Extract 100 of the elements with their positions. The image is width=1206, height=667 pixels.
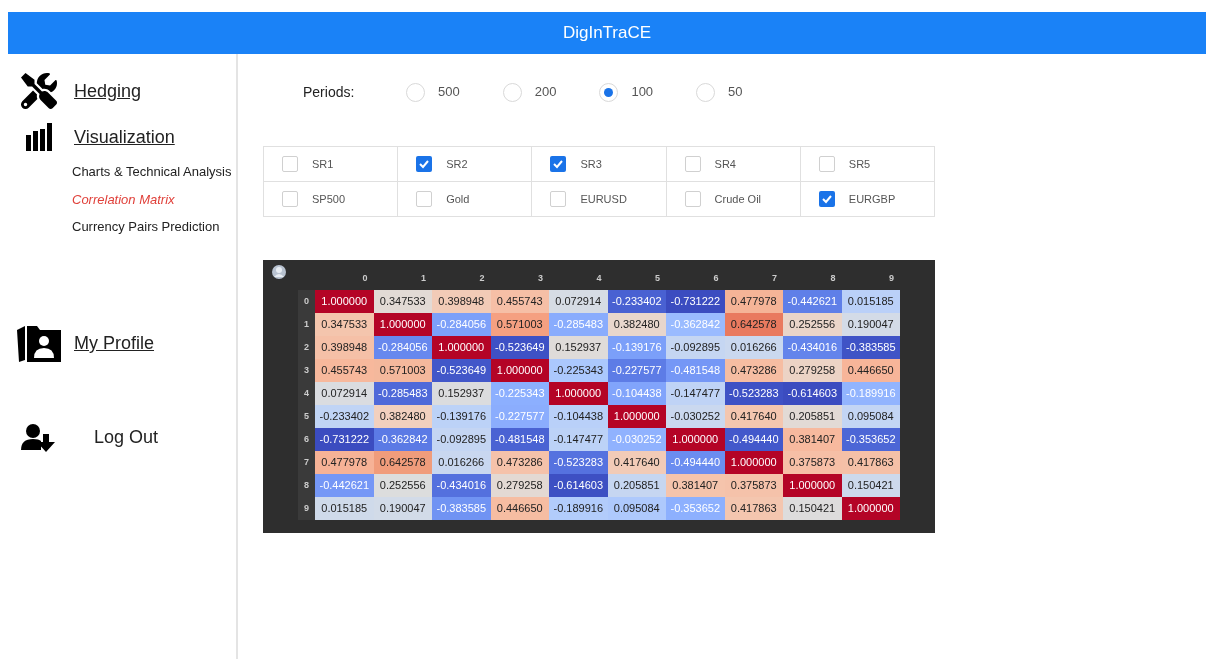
table-cell: 0.016266 (432, 451, 491, 474)
user-icon (272, 265, 286, 279)
table-cell: -0.225343 (490, 382, 549, 405)
table-cell: 0.382480 (607, 313, 666, 336)
folder-person-icon (17, 323, 61, 364)
table-cell: -0.225343 (549, 359, 608, 382)
table-cell: 0.477978 (724, 290, 783, 313)
table-cell: -0.285483 (373, 382, 432, 405)
table-cell: -0.523283 (549, 451, 608, 474)
column-header: 1 (420, 272, 427, 285)
table-cell: 0.642578 (724, 313, 783, 336)
table-cell: 0.205851 (607, 474, 666, 497)
row-header: 1 (298, 313, 315, 336)
table-cell: 0.455743 (490, 290, 549, 313)
table-cell: 0.477978 (315, 451, 374, 474)
table-cell: 0.095084 (607, 497, 666, 520)
table-cell: 0.455743 (315, 359, 374, 382)
series-checkbox[interactable]: Gold (398, 182, 533, 217)
column-header: 9 (888, 272, 895, 285)
row-header: 9 (298, 497, 315, 520)
app-title: DigInTraCE (562, 22, 652, 45)
table-cell: 1.000000 (373, 313, 432, 336)
series-checkbox[interactable]: SR5 (800, 147, 935, 182)
row-header: 5 (298, 405, 315, 428)
table-cell: -0.362842 (666, 313, 725, 336)
period-radio[interactable]: 50 (696, 82, 743, 102)
table-cell: 1.000000 (783, 474, 842, 497)
nav-subitem[interactable]: Charts & Technical Analysis (72, 162, 236, 182)
table-cell: 0.375873 (724, 474, 783, 497)
series-checkbox[interactable]: EURUSD (532, 182, 667, 217)
table-cell: 0.381407 (666, 474, 725, 497)
table-cell: 0.150421 (841, 474, 900, 497)
row-header: 2 (298, 336, 315, 359)
table-cell: 0.205851 (783, 405, 842, 428)
table-cell: 0.398948 (315, 336, 374, 359)
table-cell: 1.000000 (549, 382, 608, 405)
table-cell: -0.523649 (490, 336, 549, 359)
table-cell: -0.233402 (607, 290, 666, 313)
row-header: 0 (298, 290, 315, 313)
table-cell: -0.383585 (841, 336, 900, 359)
table-cell: -0.442621 (783, 290, 842, 313)
table-cell: -0.227577 (607, 359, 666, 382)
table-cell: 0.382480 (373, 405, 432, 428)
checkmark-icon (552, 158, 565, 170)
table-cell: -0.030252 (607, 428, 666, 451)
table-cell: 0.072914 (549, 290, 608, 313)
table-cell: 1.000000 (607, 405, 666, 428)
column-header: 5 (654, 272, 661, 285)
table-cell: -0.494440 (724, 428, 783, 451)
row-header: 7 (298, 451, 315, 474)
nav-subitem[interactable]: Currency Pairs Prediction (72, 217, 236, 237)
table-cell: 0.446650 (490, 497, 549, 520)
column-header: 6 (712, 272, 720, 285)
table-cell: 0.417640 (607, 451, 666, 474)
nav-subitem[interactable]: Correlation Matrix (72, 189, 236, 209)
series-checkbox[interactable]: SR1 (264, 147, 399, 182)
periods-label: Periods: (302, 82, 356, 102)
checkmark-icon (820, 193, 833, 205)
table-cell: 0.252556 (373, 474, 432, 497)
table-cell: 0.016266 (724, 336, 783, 359)
series-checkbox[interactable]: EURGBP (800, 182, 935, 217)
table-cell: 0.072914 (315, 382, 374, 405)
table-cell: -0.227577 (490, 405, 549, 428)
table-cell: 0.347533 (315, 313, 374, 336)
table-cell: 1.000000 (724, 451, 783, 474)
table-cell: -0.092895 (432, 428, 491, 451)
user-download-icon (21, 423, 57, 452)
nav-link[interactable]: Visualization (74, 123, 175, 151)
table-cell: 0.190047 (373, 497, 432, 520)
period-radio[interactable]: 200 (502, 82, 557, 102)
period-radio[interactable]: 500 (406, 82, 460, 102)
table-cell: 0.375873 (783, 451, 842, 474)
series-checkbox[interactable]: SP500 (264, 182, 399, 217)
table-cell: -0.481548 (666, 359, 725, 382)
column-header: 4 (595, 272, 603, 285)
table-cell: -0.147477 (549, 428, 608, 451)
table-cell: 0.190047 (841, 313, 900, 336)
table-cell: 0.571003 (490, 313, 549, 336)
nav-link[interactable]: Hedging (74, 77, 142, 105)
series-checkbox[interactable]: Crude Oil (666, 182, 801, 217)
series-checkbox[interactable]: SR4 (666, 147, 801, 182)
table-cell: 1.000000 (666, 428, 725, 451)
table-cell: -0.614603 (549, 474, 608, 497)
nav-link[interactable]: Log Out (94, 424, 159, 451)
table-cell: -0.731222 (315, 428, 374, 451)
table-cell: 0.642578 (373, 451, 432, 474)
series-checkbox[interactable]: SR3 (532, 147, 667, 182)
column-header: 0 (361, 272, 369, 285)
table-cell: 1.000000 (490, 359, 549, 382)
nav-link[interactable]: My Profile (74, 330, 154, 357)
table-cell: 0.473286 (724, 359, 783, 382)
table-cell: 0.473286 (490, 451, 549, 474)
table-cell: -0.092895 (666, 336, 725, 359)
period-radio[interactable]: 100 (599, 82, 654, 102)
table-cell: 0.279258 (783, 359, 842, 382)
table-cell: 0.252556 (783, 313, 842, 336)
table-cell: -0.104438 (607, 382, 666, 405)
table-cell: -0.189916 (549, 497, 608, 520)
series-checkbox[interactable]: SR2 (398, 147, 533, 182)
table-cell: -0.731222 (666, 290, 725, 313)
